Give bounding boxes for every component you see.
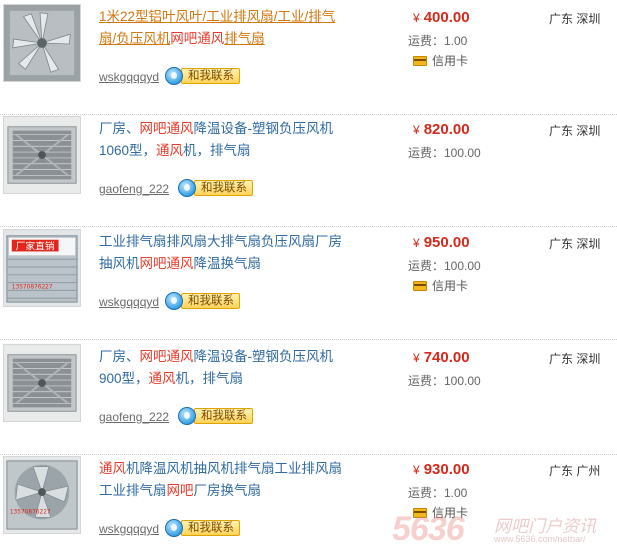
svg-text:厂家直销: 厂家直销: [16, 239, 55, 252]
title-text: 排气扇: [224, 31, 265, 46]
shipping-fee: 运费：100.00: [408, 259, 481, 273]
price-value: 740.00: [423, 349, 470, 366]
title-keyword-highlight: 网吧通风: [139, 349, 194, 364]
currency-symbol: ¥: [413, 236, 420, 250]
listing-row: 厂房、网吧通风降温设备-塑钢负压风机 1060型，通风机，排气扇 gaofeng_…: [0, 112, 617, 227]
title-keyword-highlight: 通风: [156, 143, 184, 158]
product-title-link[interactable]: 工业排气扇排风扇大排气扇负压风扇厂房抽风机网吧通风降温换气扇: [99, 231, 349, 275]
currency-symbol: ¥: [413, 463, 420, 477]
credit-card-icon: [413, 280, 427, 291]
qq-chat-icon: [165, 519, 183, 537]
price-value: 930.00: [423, 461, 470, 478]
title-keyword-highlight: 通风: [99, 461, 126, 476]
title-keyword-highlight: 通风: [148, 371, 176, 386]
credit-card-badge: 信用卡: [413, 52, 468, 69]
title-text: 厂房、: [99, 121, 140, 136]
contact-me-button[interactable]: 和我联系: [165, 66, 240, 86]
price: ¥930.00: [413, 461, 470, 478]
title-keyword-highlight: 网吧通风: [170, 31, 225, 46]
contact-me-button[interactable]: 和我联系: [165, 518, 240, 538]
shipping-fee: 运费：1.00: [408, 486, 468, 500]
title-keyword-highlight: 网吧通风: [139, 121, 194, 136]
credit-card-label: 信用卡: [432, 506, 469, 520]
qq-chat-icon: [178, 407, 196, 425]
shipping-fee: 运费：100.00: [408, 146, 481, 160]
title-keyword-highlight: 网吧通风: [139, 256, 194, 271]
svg-text:13570876227: 13570876227: [10, 510, 51, 516]
seller-location: 广东 深圳: [549, 12, 601, 26]
seller-name-link[interactable]: wskgqqqyd: [99, 522, 159, 536]
contact-label: 和我联系: [181, 520, 240, 536]
contact-label: 和我联系: [181, 293, 240, 309]
product-thumbnail[interactable]: [3, 344, 81, 422]
product-thumbnail[interactable]: 13570876227: [3, 456, 81, 534]
product-thumbnail[interactable]: [3, 116, 81, 194]
contact-me-button[interactable]: 和我联系: [178, 178, 253, 198]
seller-location: 广东 广州: [549, 464, 601, 478]
product-title-link[interactable]: 通风机降温风机抽风机排气扇工业排风扇工业排气扇网吧厂房换气扇: [99, 458, 349, 502]
listing-row: 厂房、网吧通风降温设备-塑钢负压风机 900型，通风机，排气扇 gaofeng_2…: [0, 340, 617, 455]
title-text: 厂房换气扇: [193, 483, 262, 498]
credit-card-icon: [413, 55, 427, 66]
credit-card-badge: 信用卡: [413, 504, 468, 521]
qq-chat-icon: [178, 179, 196, 197]
title-text: 机，排气扇: [175, 371, 244, 386]
title-text: 降温换气扇: [193, 256, 262, 271]
product-thumbnail[interactable]: [3, 4, 81, 82]
contact-label: 和我联系: [194, 180, 253, 196]
price: ¥400.00: [413, 9, 470, 26]
currency-symbol: ¥: [413, 351, 420, 365]
price: ¥820.00: [413, 121, 470, 138]
credit-card-label: 信用卡: [432, 54, 469, 68]
price: ¥950.00: [413, 234, 470, 251]
title-text: 厂房、: [99, 349, 140, 364]
listing-row: 厂家直销 13570876227 工业排气扇排风扇大排气扇负压风扇厂房抽风机网吧通风…: [0, 225, 617, 340]
product-title-link[interactable]: 厂房、网吧通风降温设备-塑钢负压风机 900型，通风机，排气扇: [99, 346, 349, 390]
seller-location: 广东 深圳: [549, 124, 601, 138]
price-value: 400.00: [423, 9, 470, 26]
contact-label: 和我联系: [181, 68, 240, 84]
svg-text:13570876227: 13570876227: [12, 284, 53, 290]
seller-location: 广东 深圳: [549, 352, 601, 366]
title-keyword-highlight: 网吧: [166, 483, 194, 498]
credit-card-label: 信用卡: [432, 279, 469, 293]
contact-me-button[interactable]: 和我联系: [178, 406, 253, 426]
listing-row: 1米22型铝叶风叶/工业排风扇/工业/排气扇/负压风机网吧通风排气扇 wskgqq…: [0, 0, 617, 115]
shipping-fee: 运费：100.00: [408, 374, 481, 388]
product-title-link[interactable]: 厂房、网吧通风降温设备-塑钢负压风机 1060型，通风机，排气扇: [99, 118, 349, 162]
price: ¥740.00: [413, 349, 470, 366]
product-thumbnail[interactable]: 厂家直销 13570876227: [3, 229, 81, 307]
seller-name-link[interactable]: gaofeng_222: [99, 410, 169, 424]
price-value: 950.00: [423, 234, 470, 251]
seller-location: 广东 深圳: [549, 237, 601, 251]
product-title-link[interactable]: 1米22型铝叶风叶/工业排风扇/工业/排气扇/负压风机网吧通风排气扇: [99, 6, 349, 50]
credit-card-badge: 信用卡: [413, 277, 468, 294]
listing-row: 13570876227 通风机降温风机抽风机排气扇工业排风扇工业排气扇网吧厂房换气…: [0, 452, 617, 560]
seller-name-link[interactable]: wskgqqqyd: [99, 295, 159, 309]
contact-me-button[interactable]: 和我联系: [165, 291, 240, 311]
price-value: 820.00: [423, 121, 470, 138]
qq-chat-icon: [165, 292, 183, 310]
title-text: 机，排气扇: [183, 143, 251, 158]
seller-name-link[interactable]: gaofeng_222: [99, 182, 169, 196]
shipping-fee: 运费：1.00: [408, 34, 468, 48]
qq-chat-icon: [165, 67, 183, 85]
currency-symbol: ¥: [413, 123, 420, 137]
currency-symbol: ¥: [413, 11, 420, 25]
credit-card-icon: [413, 507, 427, 518]
contact-label: 和我联系: [194, 408, 253, 424]
seller-name-link[interactable]: wskgqqqyd: [99, 70, 159, 84]
